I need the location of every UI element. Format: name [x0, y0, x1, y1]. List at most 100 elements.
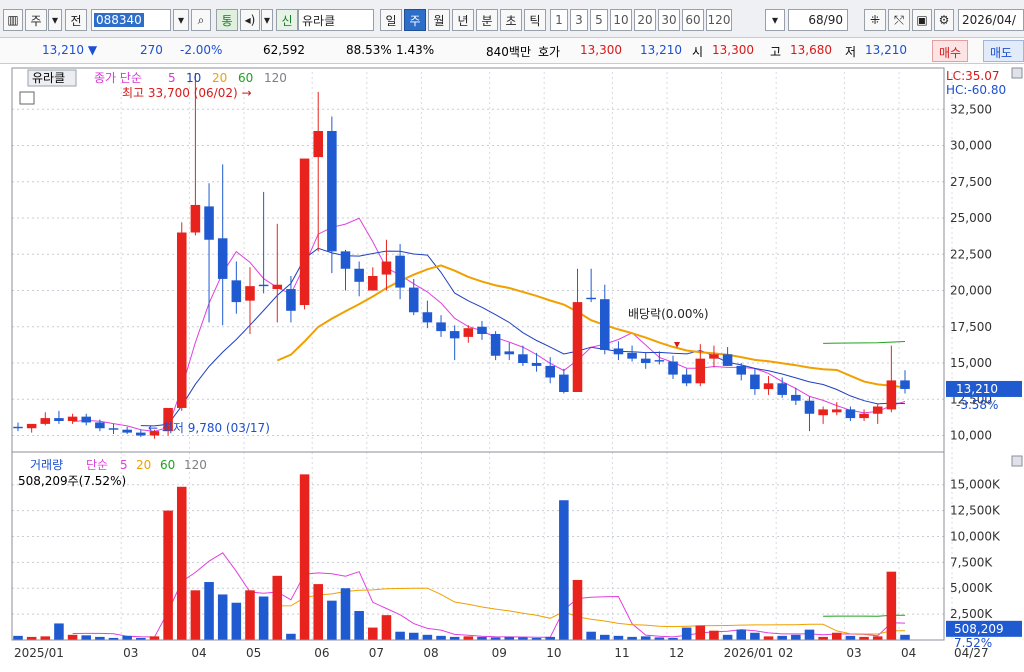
period-tab-4[interactable]: 분 — [476, 9, 498, 31]
current-price-label: 13,210 — [956, 382, 998, 396]
volume-bar — [845, 635, 856, 640]
volume-bar — [81, 635, 92, 640]
candle-body — [831, 409, 842, 413]
candle-body — [81, 416, 92, 423]
candle-body — [545, 365, 555, 378]
period-tab-2[interactable]: 월 — [428, 9, 450, 31]
volume-bar — [872, 636, 883, 640]
price-change: 270 — [140, 43, 163, 57]
candle-body — [600, 299, 610, 350]
search-icon[interactable]: ⌕ — [191, 9, 211, 31]
save-icon[interactable]: ▣ — [912, 9, 932, 31]
candle-body — [763, 383, 774, 390]
tab-prev[interactable]: 전 — [65, 9, 87, 31]
volume-bar — [722, 634, 733, 640]
stock-name: 유라클 — [302, 13, 336, 28]
interval-button-10[interactable]: 10 — [610, 9, 632, 31]
volume-bar — [354, 611, 364, 640]
ask-label: 호가 — [538, 45, 561, 59]
gear-icon[interactable]: ⚙ — [934, 9, 954, 31]
ma-legend-5: 5 — [168, 71, 176, 85]
price-tick-label: 15,000 — [950, 356, 992, 370]
time-tick-label: 2025/01 — [14, 646, 64, 660]
time-tick-label: 08 — [423, 646, 438, 660]
high-annotation: 최고 33,700 (06/02) → — [122, 86, 252, 100]
candle-body — [368, 276, 378, 291]
volume-bar — [395, 631, 405, 640]
buy-button[interactable]: 매수 — [932, 40, 969, 62]
interval-button-30[interactable]: 30 — [658, 9, 680, 31]
interval-button-20[interactable]: 20 — [634, 9, 656, 31]
volume-bar — [231, 602, 242, 640]
volume-bar — [204, 582, 214, 640]
volume-ma-legend-5: 5 — [120, 458, 128, 472]
interval-button-120[interactable]: 120 — [706, 9, 732, 31]
volume-ma-legend-120: 120 — [184, 458, 207, 472]
candle-body — [13, 426, 23, 429]
candle-body — [422, 312, 433, 323]
volume-bar — [67, 634, 78, 640]
volume-bar — [750, 632, 760, 640]
axes: 32,500 30,000 27,500 25,000 22,500 20,000 17,5… — [11, 67, 1001, 660]
price-panel-collapse-icon — [1011, 67, 1023, 79]
interval-button-5[interactable]: 5 — [590, 9, 608, 31]
candle-body — [408, 287, 419, 313]
volume-bar — [900, 634, 910, 640]
volume-tick-label: 10,000K — [950, 529, 1001, 543]
volume-bar — [258, 596, 269, 640]
candle-body — [531, 363, 542, 366]
volume-tick-label: 2,500K — [950, 607, 993, 621]
interval-button-3[interactable]: 3 — [570, 9, 588, 31]
candle-body — [859, 413, 869, 419]
speaker-icon[interactable]: ◂) — [240, 9, 260, 31]
candle-body — [54, 418, 64, 421]
crosshair-icon[interactable]: ⁜ — [864, 9, 886, 31]
interval-button-60[interactable]: 60 — [682, 9, 704, 31]
date-field[interactable]: 2026/04/ — [958, 9, 1024, 31]
volume-bars — [13, 474, 910, 640]
period-tab-1[interactable]: 주 — [404, 9, 426, 31]
candle-body — [436, 322, 446, 332]
stock-chart[interactable]: 32,500 30,000 27,500 25,000 22,500 20,000 17,5… — [0, 64, 1024, 672]
interval-dropdown-icon[interactable]: ▾ — [765, 9, 785, 31]
stock-code-input[interactable]: 088340 — [91, 9, 171, 31]
volume-bar — [681, 627, 692, 640]
current-pct-label: -3.58% — [956, 398, 998, 412]
volume-bar — [299, 474, 310, 640]
volume-bar — [640, 636, 651, 640]
volume-bar — [777, 635, 787, 640]
interval-button-1[interactable]: 1 — [550, 9, 568, 31]
candle-body — [245, 286, 255, 301]
volume-panel-name: 거래량 — [30, 458, 63, 472]
speaker-dropdown-icon[interactable]: ▾ — [261, 9, 273, 31]
volume-current-label: 508,209 — [954, 622, 1004, 636]
volume-bar — [381, 615, 392, 640]
period-tab-3[interactable]: 년 — [452, 9, 474, 31]
price-tick-label: 17,500 — [950, 320, 992, 334]
period-tab-0[interactable]: 일 — [380, 9, 402, 31]
candle-body — [190, 204, 201, 233]
turnover-rate: 1.43% — [396, 43, 435, 57]
period-tab-5[interactable]: 초 — [500, 9, 522, 31]
period-tab-6[interactable]: 틱 — [524, 9, 546, 31]
zoom-icon[interactable]: ⤲ — [888, 9, 910, 31]
volume-bar — [613, 635, 624, 640]
volume-tick-label: 15,000K — [950, 478, 1001, 492]
chart-type-icon[interactable]: ▥ — [3, 9, 23, 31]
tab-stock[interactable]: 주 — [25, 9, 47, 31]
market-badge[interactable]: 통 — [216, 9, 238, 31]
candle-body — [463, 328, 474, 337]
candle-body — [654, 360, 665, 362]
candle-body — [26, 423, 37, 429]
main-toolbar: ▥ 주 ▾ 전 088340 ▾ ⌕ 통 ◂) ▾ 신 유라클 일주월년분초틱 … — [0, 0, 1024, 38]
tab-stock-dropdown[interactable]: ▾ — [48, 9, 62, 31]
time-tick-label: 07 — [369, 646, 384, 660]
candle-body — [900, 380, 910, 389]
sell-button[interactable]: 매도 — [983, 40, 1024, 62]
stock-name-field[interactable]: 유라클 — [298, 9, 374, 31]
volume-bar — [217, 594, 228, 640]
code-dropdown-icon[interactable]: ▾ — [173, 9, 189, 31]
ask-price: 13,300 — [580, 43, 622, 57]
candle-body — [477, 326, 487, 334]
open-label: 시 — [692, 45, 704, 59]
